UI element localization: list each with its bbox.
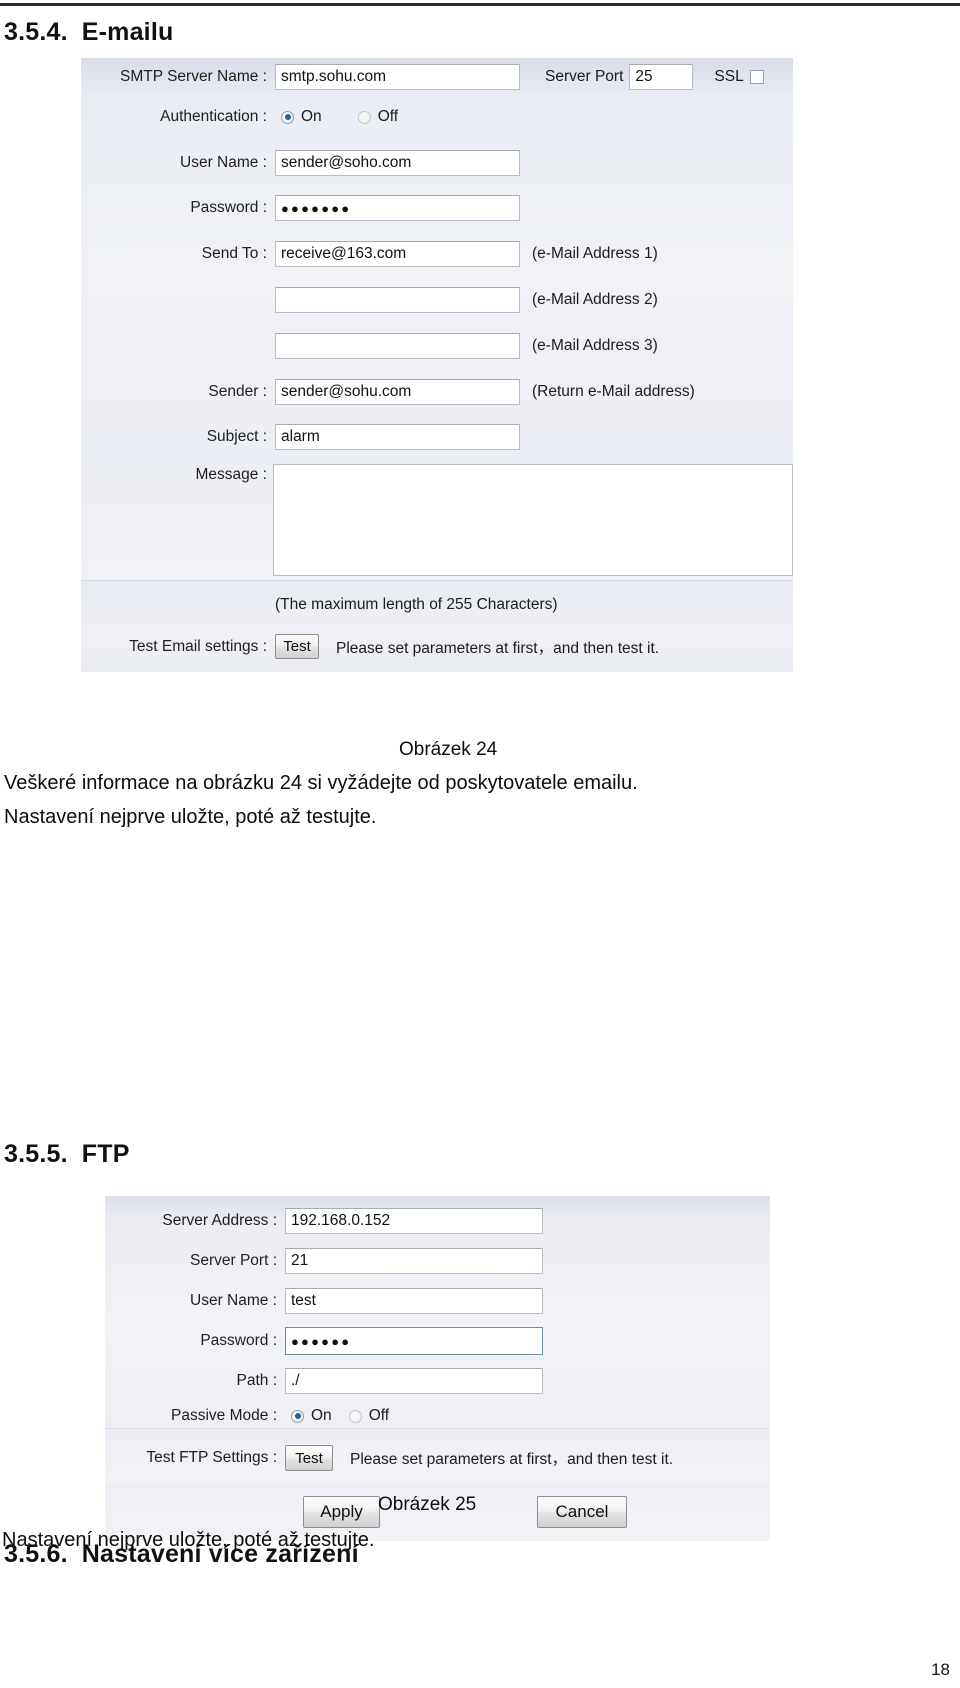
row-authentication: Authentication : On Off xyxy=(81,108,398,126)
email-address-2-input[interactable] xyxy=(275,287,520,313)
row-sender: Sender : sender@sohu.com (Return e-Mail … xyxy=(81,379,695,405)
auth-off-radio[interactable] xyxy=(357,110,371,124)
auth-off-option[interactable]: Off xyxy=(357,108,399,126)
page-top-rule xyxy=(0,3,960,6)
row-ftp-path: Path : ./ xyxy=(105,1368,543,1394)
auth-on-label: On xyxy=(301,108,322,125)
ftp-server-address-input[interactable]: 192.168.0.152 xyxy=(285,1208,543,1234)
ssl-label: SSL xyxy=(714,68,744,85)
ftp-server-port-input[interactable]: 21 xyxy=(285,1248,543,1274)
row-user-name: User Name : sender@soho.com xyxy=(81,150,520,176)
row-email-3: (e-Mail Address 3) xyxy=(81,333,658,359)
subject-input[interactable]: alarm xyxy=(275,424,520,450)
sender-input[interactable]: sender@sohu.com xyxy=(275,379,520,405)
max-length-note: (The maximum length of 255 Characters) xyxy=(275,596,558,613)
ftp-path-label: Path : xyxy=(236,1372,278,1389)
cancel-button[interactable]: Cancel xyxy=(537,1496,627,1528)
ftp-passive-mode-label: Passive Mode : xyxy=(171,1407,277,1424)
password-label: Password : xyxy=(190,199,267,216)
row-ftp-server-address: Server Address : 192.168.0.152 xyxy=(105,1208,543,1234)
passive-off-option[interactable]: Off xyxy=(348,1407,390,1425)
test-ftp-button[interactable]: Test xyxy=(285,1445,333,1471)
ftp-server-port-label: Server Port : xyxy=(190,1252,277,1269)
ftp-path-input[interactable]: ./ xyxy=(285,1368,543,1394)
ftp-password-label: Password : xyxy=(200,1332,277,1349)
section-heading-ftp: 3.5.5. FTP xyxy=(4,1140,130,1169)
section-title-ftp: FTP xyxy=(81,1140,130,1168)
authentication-label: Authentication : xyxy=(160,108,267,125)
sender-note: (Return e-Mail address) xyxy=(532,383,695,400)
page-number: 18 xyxy=(931,1660,950,1679)
ftp-user-name-input[interactable]: test xyxy=(285,1288,543,1314)
email-address-1-note: (e-Mail Address 1) xyxy=(532,245,658,262)
figure-24-caption: Obrázek 24 xyxy=(399,739,498,760)
section-number-ftp: 3.5.5. xyxy=(4,1140,68,1168)
test-email-button[interactable]: Test xyxy=(275,634,319,659)
section-heading-multi-device: 3.5.6. Nastavení více zařízení xyxy=(4,1540,359,1569)
message-label: Message : xyxy=(195,466,267,483)
subject-label: Subject : xyxy=(206,428,267,445)
row-max-length-note: (The maximum length of 255 Characters) xyxy=(275,596,558,614)
row-subject: Subject : alarm xyxy=(81,424,520,450)
ftp-server-address-label: Server Address : xyxy=(162,1212,277,1229)
figure-25-caption: Obrázek 25 xyxy=(378,1494,477,1515)
passive-off-radio[interactable] xyxy=(348,1409,362,1423)
section-heading-email: 3.5.4. E-mailu xyxy=(4,18,173,47)
email-address-2-note: (e-Mail Address 2) xyxy=(532,291,658,308)
ftp-settings-panel: Server Address : 192.168.0.152 Server Po… xyxy=(105,1196,770,1484)
password-input[interactable]: ●●●●●●● xyxy=(275,195,520,221)
server-port-label: Server Port xyxy=(545,68,624,85)
ftp-password-input[interactable]: ●●●●●● xyxy=(285,1327,543,1355)
row-ftp-user-name: User Name : test xyxy=(105,1288,543,1314)
message-textarea[interactable] xyxy=(273,464,793,576)
auth-on-option[interactable]: On xyxy=(281,108,322,126)
row-email-2: (e-Mail Address 2) xyxy=(81,287,658,313)
sender-label: Sender : xyxy=(208,383,267,400)
paragraph-24-line-1: Veškeré informace na obrázku 24 si vyžád… xyxy=(4,772,638,794)
apply-button[interactable]: Apply xyxy=(303,1496,380,1528)
row-message-label: Message : xyxy=(81,466,267,484)
ssl-checkbox[interactable] xyxy=(749,70,764,84)
passive-off-label: Off xyxy=(368,1407,390,1424)
smtp-server-name-label: SMTP Server Name : xyxy=(119,68,267,85)
row-test-ftp-settings: Test FTP Settings : Test Please set para… xyxy=(113,1445,673,1471)
section-title-email: E-mailu xyxy=(81,18,174,46)
section-number-email: 3.5.4. xyxy=(4,18,68,46)
email-address-1-input[interactable]: receive@163.com xyxy=(275,241,520,267)
smtp-server-name-input[interactable]: smtp.sohu.com xyxy=(275,64,520,90)
row-send-to: Send To : receive@163.com (e-Mail Addres… xyxy=(81,241,658,267)
email-address-3-note: (e-Mail Address 3) xyxy=(532,337,658,354)
passive-on-label: On xyxy=(311,1407,332,1424)
email-address-3-input[interactable] xyxy=(275,333,520,359)
server-port-input[interactable]: 25 xyxy=(629,64,694,90)
auth-on-radio[interactable] xyxy=(281,110,294,124)
section-number-multi: 3.5.6. xyxy=(4,1540,68,1568)
row-ftp-password: Password : ●●●●●● xyxy=(105,1327,543,1355)
row-smtp-server-name: SMTP Server Name : smtp.sohu.com Server … xyxy=(81,64,764,90)
test-email-settings-label: Test Email settings : xyxy=(129,637,267,655)
row-test-email-settings: Test Email settings : Test Please set pa… xyxy=(97,634,659,659)
test-ftp-hint: Please set parameters at first，and then … xyxy=(350,1451,674,1468)
ftp-user-name-label: User Name : xyxy=(190,1292,277,1309)
row-ftp-passive-mode: Passive Mode : On Off xyxy=(105,1407,389,1425)
row-password: Password : ●●●●●●● xyxy=(81,195,520,221)
test-ftp-settings-label: Test FTP Settings : xyxy=(146,1449,277,1466)
row-ftp-server-port: Server Port : 21 xyxy=(105,1248,543,1274)
email-settings-panel: SMTP Server Name : smtp.sohu.com Server … xyxy=(81,58,793,672)
send-to-label: Send To : xyxy=(201,245,267,262)
passive-on-option[interactable]: On xyxy=(291,1407,332,1425)
test-email-hint: Please set parameters at first，and then … xyxy=(336,639,660,657)
section-title-multi: Nastavení více zařízení xyxy=(81,1540,359,1568)
paragraph-24-line-2: Nastavení nejprve uložte, poté až testuj… xyxy=(4,806,377,828)
user-name-input[interactable]: sender@soho.com xyxy=(275,150,520,176)
document-page: 3.5.4. E-mailu SMTP Server Name : smtp.so… xyxy=(0,0,960,1688)
user-name-label: User Name : xyxy=(180,154,267,171)
passive-on-radio[interactable] xyxy=(291,1409,304,1423)
auth-off-label: Off xyxy=(377,108,399,125)
